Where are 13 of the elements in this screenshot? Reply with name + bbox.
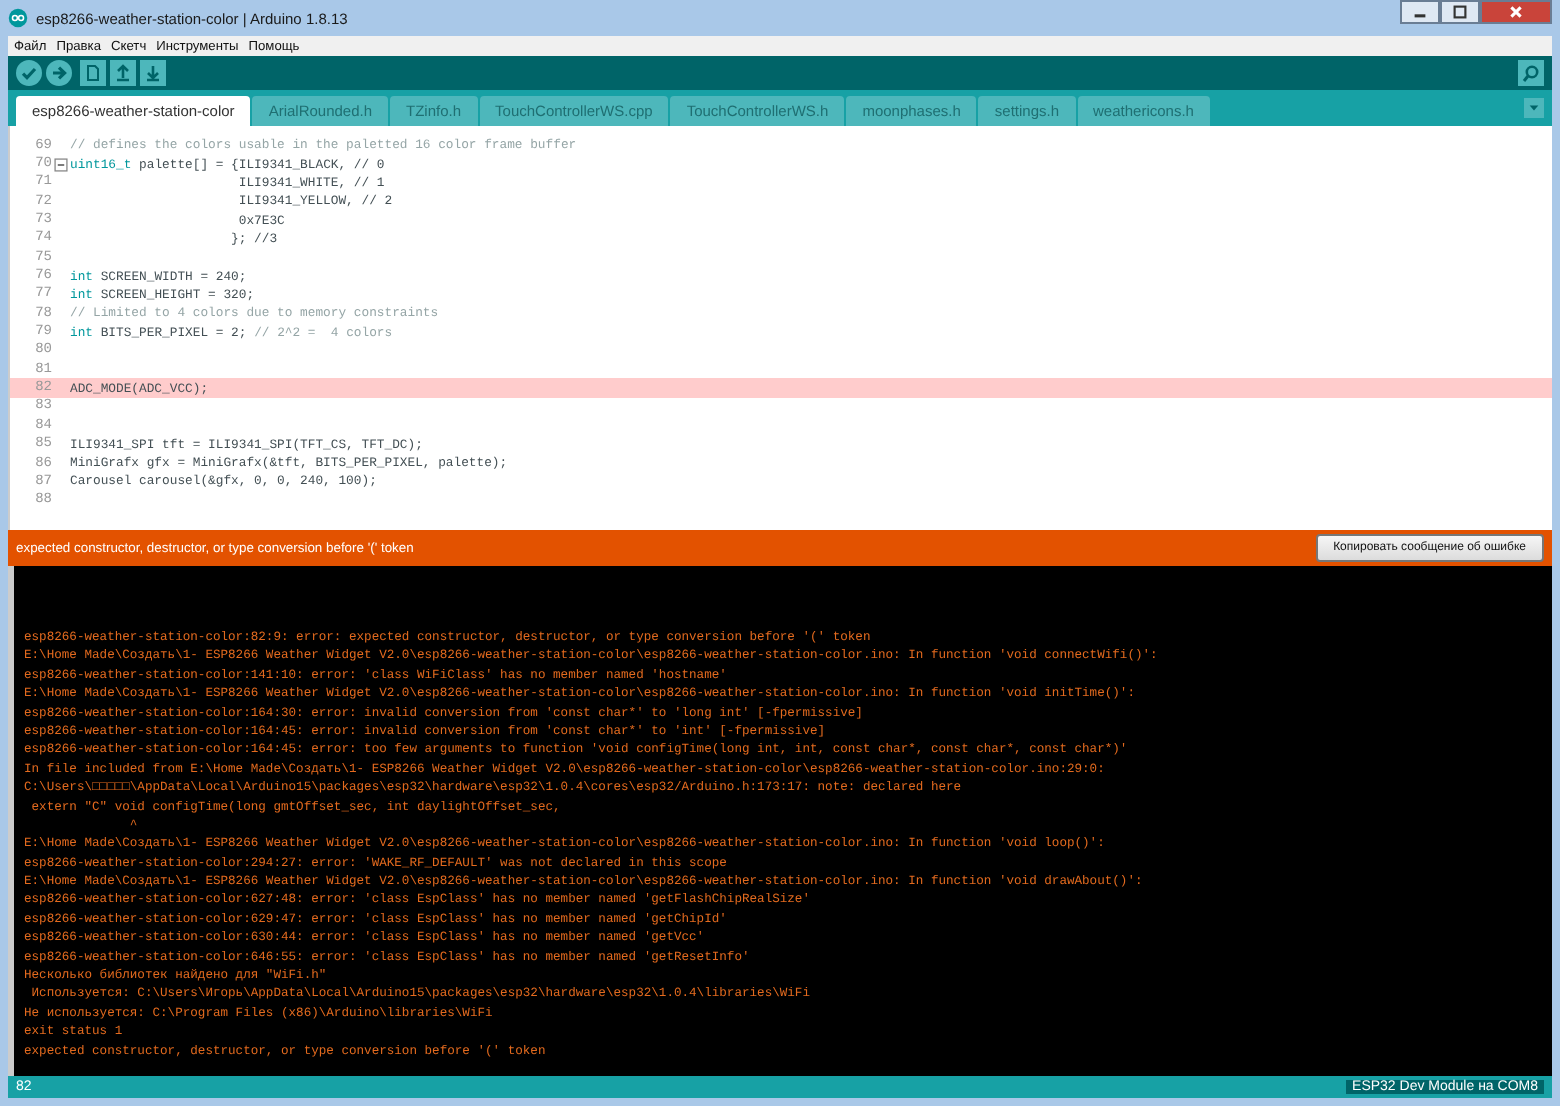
arrow-right-button[interactable] bbox=[46, 60, 72, 86]
arrow-up-button[interactable] bbox=[110, 60, 136, 86]
maximize-button[interactable] bbox=[1440, 0, 1480, 24]
close-button[interactable] bbox=[1480, 0, 1552, 24]
fold-icon[interactable] bbox=[54, 157, 68, 172]
app-icon bbox=[8, 8, 28, 28]
minimize-button[interactable] bbox=[1400, 0, 1440, 24]
close-icon[interactable] bbox=[1506, 2, 1526, 22]
magnifier-button[interactable] bbox=[1518, 60, 1544, 86]
new-file-button[interactable] bbox=[80, 60, 106, 86]
check-button[interactable] bbox=[16, 60, 42, 86]
arrow-down-button[interactable] bbox=[140, 60, 166, 86]
maximize-icon[interactable] bbox=[1450, 2, 1470, 22]
